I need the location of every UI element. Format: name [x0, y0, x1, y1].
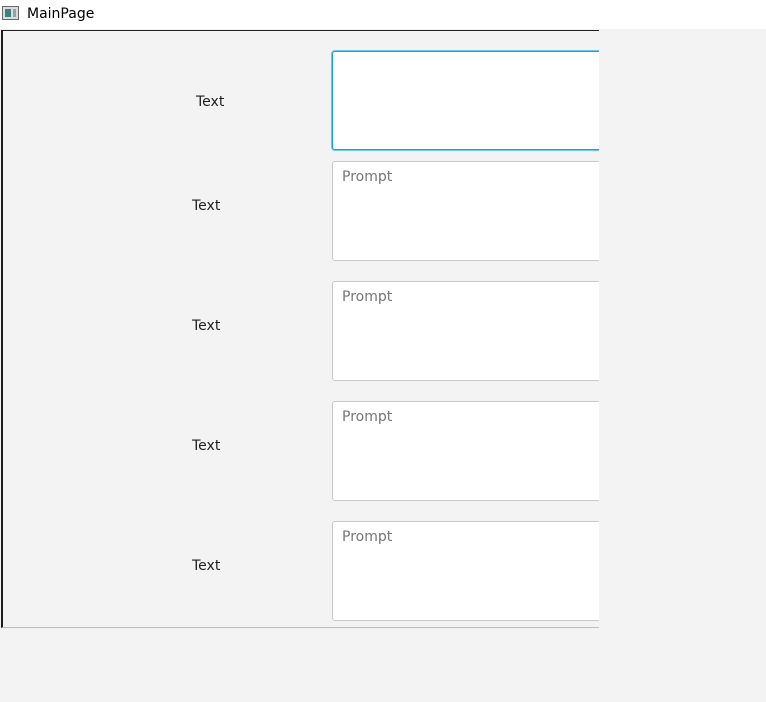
text-area-5[interactable]	[332, 521, 599, 621]
text-area-3[interactable]	[332, 281, 599, 381]
field-label-1: Text	[196, 94, 225, 110]
form-panel: Text Text Text Text Text	[1, 30, 599, 628]
field-label-4: Text	[192, 438, 221, 454]
text-area-4[interactable]	[332, 401, 599, 501]
text-area-1[interactable]	[332, 51, 599, 150]
text-area-2[interactable]	[332, 161, 599, 261]
title-bar[interactable]: MainPage	[0, 0, 766, 29]
field-label-3: Text	[192, 318, 221, 334]
window-title: MainPage	[27, 6, 95, 22]
field-label-2: Text	[192, 198, 221, 214]
field-label-5: Text	[192, 558, 221, 574]
window-app-icon	[2, 6, 19, 20]
